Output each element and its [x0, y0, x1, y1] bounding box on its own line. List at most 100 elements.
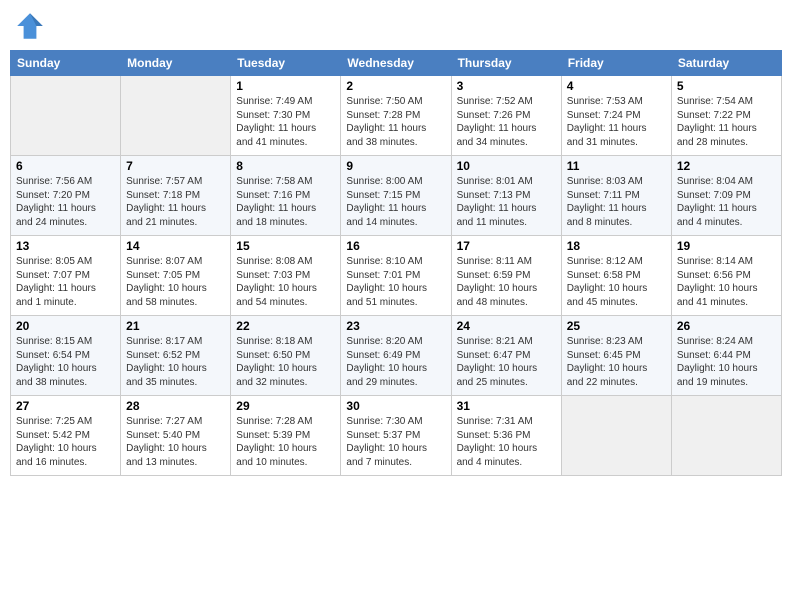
- calendar-cell: [121, 76, 231, 156]
- day-number: 25: [567, 319, 666, 333]
- calendar-cell: 5 Sunrise: 7:54 AM Sunset: 7:22 PM Daylig…: [671, 76, 781, 156]
- week-row-5: 27 Sunrise: 7:25 AM Sunset: 5:42 PM Dayli…: [11, 396, 782, 476]
- calendar-table: SundayMondayTuesdayWednesdayThursdayFrid…: [10, 50, 782, 476]
- weekday-header-saturday: Saturday: [671, 51, 781, 76]
- week-row-2: 6Sunrise: 7:56 AM Sunset: 7:20 PM Daylig…: [11, 156, 782, 236]
- day-number: 2: [346, 79, 445, 93]
- day-info: Sunrise: 7:31 AM Sunset: 5:36 PM Dayligh…: [457, 415, 556, 469]
- day-info: Sunrise: 8:12 AM Sunset: 6:58 PM Dayligh…: [567, 255, 666, 309]
- calendar-cell: 26 Sunrise: 8:24 AM Sunset: 6:44 PM Dayli…: [671, 316, 781, 396]
- day-info: Sunrise: 8:07 AM Sunset: 7:05 PM Dayligh…: [126, 255, 225, 309]
- logo-icon: [14, 10, 46, 42]
- calendar-cell: 10Sunrise: 8:01 AM Sunset: 7:13 PM Dayli…: [451, 156, 561, 236]
- day-info: Sunrise: 7:54 AM Sunset: 7:22 PM Dayligh…: [677, 95, 776, 149]
- day-number: 6: [16, 159, 115, 173]
- weekday-header-sunday: Sunday: [11, 51, 121, 76]
- day-number: 31: [457, 399, 556, 413]
- calendar-cell: 4 Sunrise: 7:53 AM Sunset: 7:24 PM Daylig…: [561, 76, 671, 156]
- calendar-cell: 20 Sunrise: 8:15 AM Sunset: 6:54 PM Dayli…: [11, 316, 121, 396]
- day-info: Sunrise: 8:01 AM Sunset: 7:13 PM Dayligh…: [457, 175, 556, 229]
- day-info: Sunrise: 7:58 AM Sunset: 7:16 PM Dayligh…: [236, 175, 335, 229]
- calendar-cell: 22Sunrise: 8:18 AM Sunset: 6:50 PM Dayli…: [231, 316, 341, 396]
- week-row-3: 13 Sunrise: 8:05 AM Sunset: 7:07 PM Dayli…: [11, 236, 782, 316]
- day-info: Sunrise: 8:00 AM Sunset: 7:15 PM Dayligh…: [346, 175, 445, 229]
- day-number: 13: [16, 239, 115, 253]
- calendar-cell: 19 Sunrise: 8:14 AM Sunset: 6:56 PM Dayli…: [671, 236, 781, 316]
- calendar-cell: 24 Sunrise: 8:21 AM Sunset: 6:47 PM Dayli…: [451, 316, 561, 396]
- calendar-cell: 16 Sunrise: 8:10 AM Sunset: 7:01 PM Dayli…: [341, 236, 451, 316]
- day-number: 9: [346, 159, 445, 173]
- calendar-cell: 7Sunrise: 7:57 AM Sunset: 7:18 PM Daylig…: [121, 156, 231, 236]
- day-number: 20: [16, 319, 115, 333]
- day-info: Sunrise: 8:15 AM Sunset: 6:54 PM Dayligh…: [16, 335, 115, 389]
- day-info: Sunrise: 7:49 AM Sunset: 7:30 PM Dayligh…: [236, 95, 335, 149]
- day-number: 29: [236, 399, 335, 413]
- day-info: Sunrise: 8:04 AM Sunset: 7:09 PM Dayligh…: [677, 175, 776, 229]
- weekday-header-monday: Monday: [121, 51, 231, 76]
- day-number: 7: [126, 159, 225, 173]
- day-number: 26: [677, 319, 776, 333]
- day-info: Sunrise: 7:27 AM Sunset: 5:40 PM Dayligh…: [126, 415, 225, 469]
- logo: [14, 10, 50, 42]
- calendar-cell: 12 Sunrise: 8:04 AM Sunset: 7:09 PM Dayli…: [671, 156, 781, 236]
- calendar-cell: 17Sunrise: 8:11 AM Sunset: 6:59 PM Dayli…: [451, 236, 561, 316]
- calendar-cell: 23 Sunrise: 8:20 AM Sunset: 6:49 PM Dayli…: [341, 316, 451, 396]
- calendar-cell: [671, 396, 781, 476]
- day-info: Sunrise: 7:28 AM Sunset: 5:39 PM Dayligh…: [236, 415, 335, 469]
- calendar-cell: 25 Sunrise: 8:23 AM Sunset: 6:45 PM Dayli…: [561, 316, 671, 396]
- page-header: [10, 10, 782, 42]
- calendar-cell: [561, 396, 671, 476]
- calendar-cell: 11 Sunrise: 8:03 AM Sunset: 7:11 PM Dayli…: [561, 156, 671, 236]
- day-info: Sunrise: 8:20 AM Sunset: 6:49 PM Dayligh…: [346, 335, 445, 389]
- calendar-cell: 8 Sunrise: 7:58 AM Sunset: 7:16 PM Daylig…: [231, 156, 341, 236]
- day-info: Sunrise: 7:52 AM Sunset: 7:26 PM Dayligh…: [457, 95, 556, 149]
- week-row-4: 20 Sunrise: 8:15 AM Sunset: 6:54 PM Dayli…: [11, 316, 782, 396]
- weekday-header-friday: Friday: [561, 51, 671, 76]
- day-number: 11: [567, 159, 666, 173]
- day-number: 8: [236, 159, 335, 173]
- calendar-cell: 3 Sunrise: 7:52 AM Sunset: 7:26 PM Daylig…: [451, 76, 561, 156]
- calendar-cell: 2Sunrise: 7:50 AM Sunset: 7:28 PM Daylig…: [341, 76, 451, 156]
- day-number: 24: [457, 319, 556, 333]
- day-info: Sunrise: 8:10 AM Sunset: 7:01 PM Dayligh…: [346, 255, 445, 309]
- day-info: Sunrise: 8:03 AM Sunset: 7:11 PM Dayligh…: [567, 175, 666, 229]
- day-number: 27: [16, 399, 115, 413]
- day-info: Sunrise: 8:18 AM Sunset: 6:50 PM Dayligh…: [236, 335, 335, 389]
- day-number: 12: [677, 159, 776, 173]
- calendar-cell: 28 Sunrise: 7:27 AM Sunset: 5:40 PM Dayli…: [121, 396, 231, 476]
- day-number: 28: [126, 399, 225, 413]
- day-info: Sunrise: 7:25 AM Sunset: 5:42 PM Dayligh…: [16, 415, 115, 469]
- calendar-cell: 31 Sunrise: 7:31 AM Sunset: 5:36 PM Dayli…: [451, 396, 561, 476]
- weekday-header-tuesday: Tuesday: [231, 51, 341, 76]
- day-number: 30: [346, 399, 445, 413]
- calendar-cell: [11, 76, 121, 156]
- day-info: Sunrise: 8:05 AM Sunset: 7:07 PM Dayligh…: [16, 255, 115, 309]
- day-number: 5: [677, 79, 776, 93]
- day-number: 3: [457, 79, 556, 93]
- week-row-1: 1 Sunrise: 7:49 AM Sunset: 7:30 PM Daylig…: [11, 76, 782, 156]
- calendar-cell: 1 Sunrise: 7:49 AM Sunset: 7:30 PM Daylig…: [231, 76, 341, 156]
- weekday-header-thursday: Thursday: [451, 51, 561, 76]
- day-info: Sunrise: 7:30 AM Sunset: 5:37 PM Dayligh…: [346, 415, 445, 469]
- day-info: Sunrise: 8:21 AM Sunset: 6:47 PM Dayligh…: [457, 335, 556, 389]
- day-info: Sunrise: 7:53 AM Sunset: 7:24 PM Dayligh…: [567, 95, 666, 149]
- day-number: 23: [346, 319, 445, 333]
- day-info: Sunrise: 8:11 AM Sunset: 6:59 PM Dayligh…: [457, 255, 556, 309]
- day-info: Sunrise: 8:24 AM Sunset: 6:44 PM Dayligh…: [677, 335, 776, 389]
- calendar-cell: 6Sunrise: 7:56 AM Sunset: 7:20 PM Daylig…: [11, 156, 121, 236]
- day-info: Sunrise: 8:14 AM Sunset: 6:56 PM Dayligh…: [677, 255, 776, 309]
- calendar-cell: 9 Sunrise: 8:00 AM Sunset: 7:15 PM Daylig…: [341, 156, 451, 236]
- calendar-cell: 14Sunrise: 8:07 AM Sunset: 7:05 PM Dayli…: [121, 236, 231, 316]
- calendar-cell: 27 Sunrise: 7:25 AM Sunset: 5:42 PM Dayli…: [11, 396, 121, 476]
- day-number: 21: [126, 319, 225, 333]
- day-number: 19: [677, 239, 776, 253]
- weekday-header-wednesday: Wednesday: [341, 51, 451, 76]
- day-number: 18: [567, 239, 666, 253]
- day-number: 16: [346, 239, 445, 253]
- day-number: 4: [567, 79, 666, 93]
- day-info: Sunrise: 8:23 AM Sunset: 6:45 PM Dayligh…: [567, 335, 666, 389]
- calendar-cell: 21Sunrise: 8:17 AM Sunset: 6:52 PM Dayli…: [121, 316, 231, 396]
- calendar-cell: 15Sunrise: 8:08 AM Sunset: 7:03 PM Dayli…: [231, 236, 341, 316]
- calendar-cell: 13 Sunrise: 8:05 AM Sunset: 7:07 PM Dayli…: [11, 236, 121, 316]
- day-number: 1: [236, 79, 335, 93]
